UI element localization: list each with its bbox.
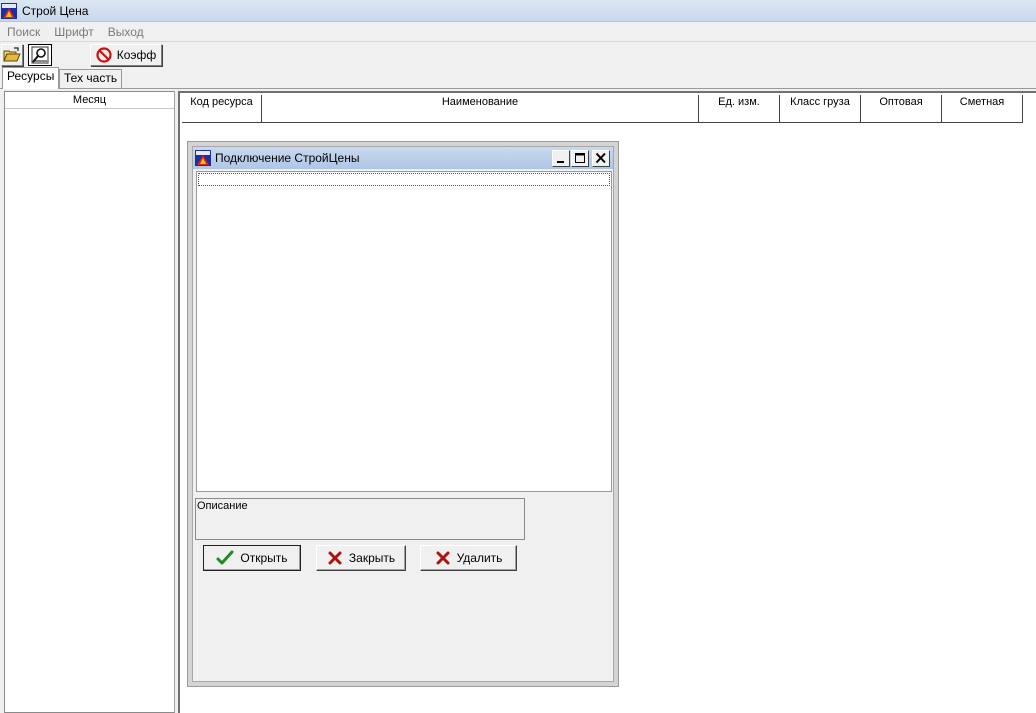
menu-item-search[interactable]: Поиск (0, 25, 47, 39)
menu-bar: Поиск Шрифт Выход (0, 22, 1036, 42)
magnifier-icon (31, 46, 49, 64)
app-icon (1, 2, 17, 19)
delete-button-label: Удалить (456, 551, 503, 565)
no-entry-icon (96, 47, 112, 63)
folder-open-icon (3, 47, 21, 62)
grid-header: Код ресурса Наименование Ед. изм. Класс … (182, 95, 1023, 123)
dialog-titlebar[interactable]: Подключение СтройЦены (193, 147, 613, 169)
list-focus-row[interactable] (198, 173, 610, 186)
description-box: Описание (195, 498, 525, 540)
window-title: Строй Цена (22, 3, 89, 18)
tab-resources-label: Ресурсы (7, 69, 55, 83)
close-button-label: Закрыть (348, 551, 396, 565)
column-header-cargo-class[interactable]: Класс груза (780, 95, 861, 122)
column-header-estimate[interactable]: Сметная (942, 95, 1023, 122)
cross-icon (436, 551, 450, 565)
delete-button[interactable]: Удалить (420, 545, 517, 571)
description-label: Описание (197, 500, 248, 512)
column-header-name[interactable]: Наименование (262, 95, 699, 122)
close-button[interactable]: Закрыть (316, 545, 406, 571)
cross-icon (328, 551, 342, 565)
column-header-unit[interactable]: Ед. изм. (699, 95, 780, 122)
koef-button[interactable]: Коэфф (90, 44, 162, 66)
connect-dialog: Подключение СтройЦены Описание Открыть З… (187, 141, 619, 687)
maximize-button[interactable] (571, 150, 589, 167)
window-titlebar[interactable]: Строй Цена (0, 0, 1036, 22)
dialog-title: Подключение СтройЦены (215, 151, 360, 165)
open-button-label: Открыть (240, 551, 288, 565)
tab-tech-part-label: Тех часть (64, 71, 118, 85)
column-header-wholesale[interactable]: Оптовая (861, 95, 942, 122)
tab-divider (0, 88, 1036, 89)
month-list[interactable]: Месяц (4, 91, 175, 713)
open-file-button[interactable] (1, 44, 23, 66)
open-button[interactable]: Открыть (203, 545, 301, 571)
tab-strip: Ресурсы Тех часть (0, 67, 1036, 89)
maximize-icon (575, 153, 585, 163)
minimize-icon (557, 161, 564, 163)
tab-tech-part[interactable]: Тех часть (59, 69, 123, 89)
koef-button-label: Коэфф (116, 48, 157, 62)
search-button[interactable] (28, 44, 52, 66)
toolbar: Коэфф (0, 43, 1036, 67)
menu-item-font[interactable]: Шрифт (47, 25, 100, 39)
close-icon (595, 152, 606, 164)
app-window: Строй Цена Поиск Шрифт Выход Коэфф Ресур… (0, 0, 1036, 713)
tab-resources[interactable]: Ресурсы (2, 67, 60, 89)
dialog-body: Подключение СтройЦены Описание Открыть З… (192, 146, 614, 682)
connection-list[interactable] (196, 171, 612, 492)
menu-item-exit[interactable]: Выход (101, 25, 151, 39)
month-column-header[interactable]: Месяц (5, 92, 174, 109)
column-header-code[interactable]: Код ресурса (182, 95, 262, 122)
check-icon (216, 550, 234, 565)
minimize-button[interactable] (552, 150, 570, 167)
dialog-close-button[interactable] (592, 150, 610, 167)
dialog-app-icon (195, 150, 211, 166)
